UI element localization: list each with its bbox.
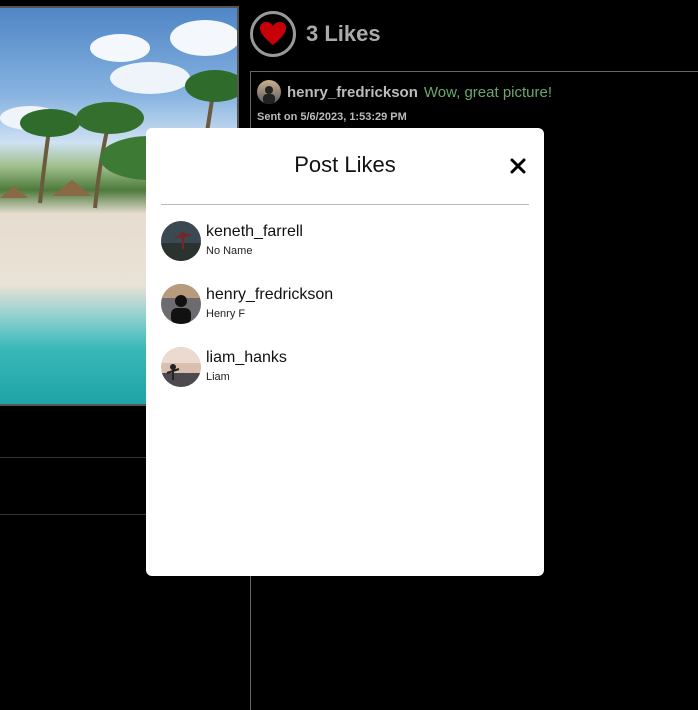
like-username[interactable]: liam_hanks (206, 348, 287, 368)
modal-divider (161, 204, 529, 205)
avatar-image (161, 221, 201, 261)
avatar[interactable] (161, 284, 201, 324)
close-icon (510, 158, 526, 174)
list-item[interactable]: keneth_farrell No Name (161, 221, 303, 261)
avatar[interactable] (161, 221, 201, 261)
modal-title: Post Likes (294, 152, 396, 177)
like-button[interactable] (250, 11, 296, 57)
likes-header: 3 Likes (250, 8, 381, 60)
avatar[interactable] (257, 80, 281, 104)
like-username[interactable]: henry_fredrickson (206, 285, 333, 305)
comment-item: henry_fredrickson Wow, great picture! (257, 80, 552, 104)
close-button[interactable] (508, 156, 528, 176)
list-item[interactable]: liam_hanks Liam (161, 347, 287, 387)
post-likes-modal: Post Likes keneth_farrell No Name henry_… (146, 128, 544, 576)
avatar-image (161, 347, 201, 387)
avatar-image (161, 284, 201, 324)
like-username[interactable]: keneth_farrell (206, 222, 303, 242)
heart-icon (260, 22, 286, 45)
avatar-image (263, 86, 275, 104)
comment-text: Wow, great picture! (423, 83, 553, 101)
comment-username[interactable]: henry_fredrickson (287, 84, 418, 101)
list-item[interactable]: henry_fredrickson Henry F (161, 284, 333, 324)
comment-timestamp: Sent on 5/6/2023, 1:53:29 PM (257, 111, 407, 123)
like-display-name: No Name (206, 245, 253, 257)
like-display-name: Liam (206, 371, 230, 383)
likes-count[interactable]: 3 Likes (306, 21, 381, 47)
like-display-name: Henry F (206, 308, 246, 320)
avatar[interactable] (161, 347, 201, 387)
